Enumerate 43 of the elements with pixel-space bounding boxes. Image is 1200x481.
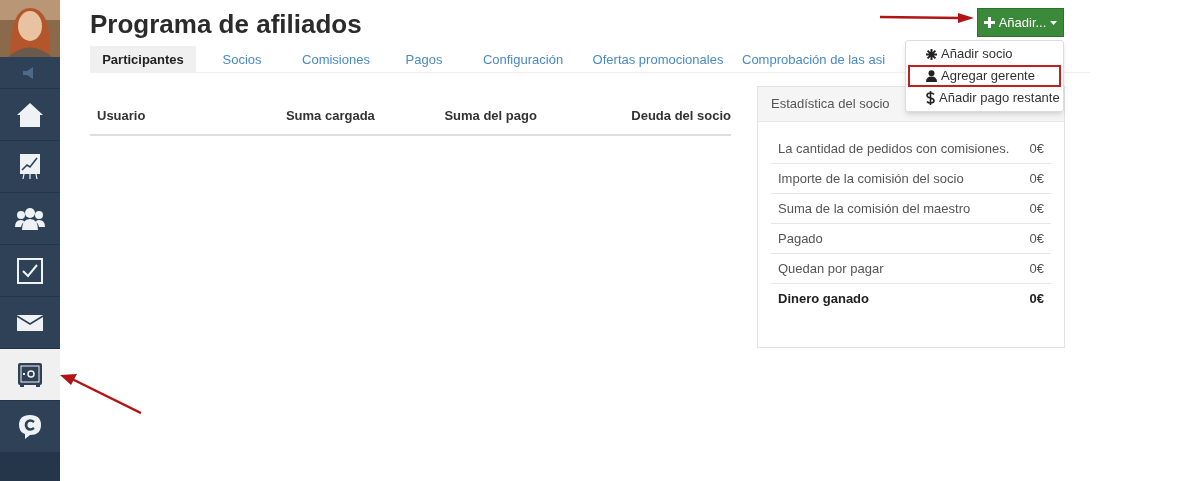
stat-label: La cantidad de pedidos con comisiones. — [778, 139, 1010, 158]
tab[interactable]: Comprobación de las asi — [734, 46, 886, 73]
stat-value: 0€ — [1029, 229, 1044, 248]
column-header: Suma del pago — [444, 108, 537, 123]
tab[interactable]: Socios — [196, 46, 288, 73]
caret-icon — [1050, 20, 1058, 25]
column-header: Suma cargada — [285, 108, 375, 123]
tab[interactable]: Participantes — [90, 46, 196, 73]
tab[interactable]: Ofertas promocionales — [582, 46, 734, 73]
chat-icon — [18, 413, 42, 440]
column-header: Usuario — [97, 108, 146, 123]
plus-icon — [983, 17, 995, 28]
page-title: Programa de afiliados — [90, 8, 362, 41]
stat-value: 0€ — [1029, 139, 1044, 158]
stat-label: Pagado — [778, 229, 823, 248]
tab[interactable]: Comisiones — [288, 46, 384, 73]
add-button[interactable]: Añadir... — [977, 8, 1064, 37]
menu-item[interactable]: Agregar gerente — [908, 65, 1061, 87]
mail-icon — [17, 314, 43, 331]
stat-label: Quedan por pagar — [778, 259, 884, 278]
stat-label: Suma de la comisión del maestro — [778, 199, 971, 218]
home-icon — [16, 101, 44, 128]
avatar[interactable] — [0, 0, 60, 57]
asterisk-icon — [926, 48, 937, 60]
panel-title: Estadística del socio — [771, 95, 890, 114]
stat-value: 0€ — [1029, 259, 1044, 278]
column-header: Deuda del socio — [631, 108, 731, 123]
checkbox-icon — [17, 257, 43, 284]
menu-item[interactable]: Añadir socio — [908, 43, 1061, 65]
dollar-icon — [926, 91, 935, 105]
user-icon — [926, 70, 937, 82]
tab[interactable]: Configuración — [464, 46, 582, 73]
chart-icon — [19, 153, 41, 180]
people-icon — [15, 206, 45, 231]
safe-icon — [17, 361, 43, 388]
stat-label: Importe de la comisión del socio — [778, 169, 964, 188]
stat-value: 0€ — [1029, 290, 1044, 309]
sidebar-item[interactable] — [0, 349, 60, 401]
menu-item[interactable]: Añadir pago restante — [908, 87, 1061, 109]
stat-value: 0€ — [1029, 169, 1044, 188]
tab[interactable]: Pagos — [384, 46, 464, 73]
stat-label: Dinero ganado — [778, 290, 869, 309]
stat-value: 0€ — [1029, 199, 1044, 218]
